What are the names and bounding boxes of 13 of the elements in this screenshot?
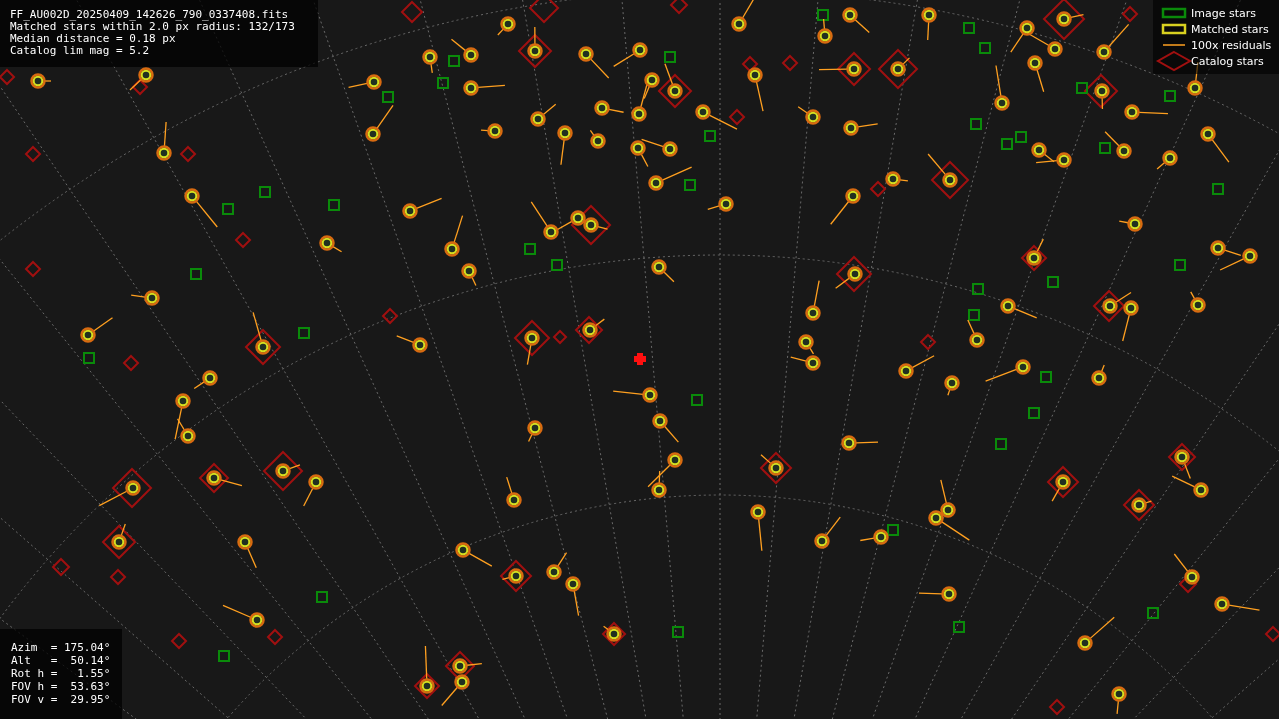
info-text: Median distance = 0.18 px [10, 33, 177, 45]
legend-label: Image stars [1191, 6, 1256, 20]
info-text: Catalog lim mag = 5.2 [10, 45, 151, 57]
legend-label: 100x residuals [1191, 38, 1272, 52]
info-text: Matched stars within 2.0 px radius: 132/173 [10, 21, 296, 33]
pointing-text: FOV h = 53.63° [11, 680, 112, 693]
info-text: FF_AU002D_20250409_142626_790_0337408.fits [10, 9, 290, 21]
pointing-text: Azim = 175.04° [11, 641, 112, 654]
legend-label: Catalog stars [1191, 54, 1264, 68]
pointing-text: Rot h = 1.55° [11, 667, 112, 680]
legend-label: Matched stars [1191, 22, 1269, 36]
pointing-text: FOV v = 29.95° [11, 693, 112, 706]
pointing-text: Alt = 50.14° [11, 654, 112, 667]
